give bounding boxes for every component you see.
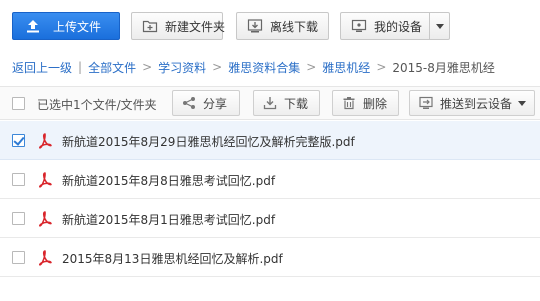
my-device-button[interactable]: 我的设备 <box>340 12 450 40</box>
file-checkbox[interactable] <box>12 251 25 264</box>
chevron-down-icon <box>518 100 527 106</box>
upload-button[interactable]: 上传文件 <box>12 12 120 40</box>
file-checkbox[interactable] <box>12 134 25 147</box>
file-row[interactable]: 新航道2015年8月1日雅思考试回忆.pdf <box>0 199 540 238</box>
pdf-file-icon <box>38 250 52 266</box>
device-icon <box>351 18 367 34</box>
breadcrumb-separator: > <box>376 60 387 74</box>
breadcrumb-item-ielts-collection[interactable]: 雅思资料合集 <box>228 59 300 76</box>
breadcrumb-item-all-files[interactable]: 全部文件 <box>88 59 136 76</box>
share-label: 分享 <box>203 96 228 111</box>
push-to-device-button[interactable]: 推送到云设备 <box>409 90 535 116</box>
delete-button[interactable]: 删除 <box>332 90 399 116</box>
download-icon <box>263 96 277 110</box>
new-folder-label: 新建文件夹 <box>165 19 226 34</box>
push-device-icon <box>419 96 433 110</box>
file-name[interactable]: 新航道2015年8月29日雅思机经回忆及解析完整版.pdf <box>62 133 355 150</box>
my-device-label: 我的设备 <box>374 19 423 34</box>
offline-download-button[interactable]: 离线下载 <box>236 12 329 40</box>
push-to-device-label: 推送到云设备 <box>440 96 513 111</box>
breadcrumb-separator: > <box>142 60 153 74</box>
upload-icon <box>25 18 41 34</box>
file-row[interactable]: 新航道2015年8月29日雅思机经回忆及解析完整版.pdf <box>0 121 540 160</box>
pdf-file-icon <box>38 133 52 149</box>
download-label: 下载 <box>284 96 309 111</box>
my-device-dropdown[interactable] <box>429 13 449 39</box>
file-name[interactable]: 新航道2015年8月1日雅思考试回忆.pdf <box>62 211 275 228</box>
share-icon <box>182 96 196 110</box>
pdf-file-icon <box>38 211 52 227</box>
offline-download-icon <box>247 18 263 34</box>
breadcrumb-item-ielts-exam[interactable]: 雅思机经 <box>322 59 370 76</box>
share-button[interactable]: 分享 <box>172 90 240 116</box>
new-folder-icon <box>142 18 158 34</box>
upload-label: 上传文件 <box>53 19 102 34</box>
file-row[interactable]: 2015年8月13日雅思机经回忆及解析.pdf <box>0 238 540 277</box>
chevron-down-icon <box>435 23 444 29</box>
select-all-checkbox[interactable] <box>12 97 25 110</box>
new-folder-button[interactable]: 新建文件夹 <box>131 12 226 40</box>
download-button[interactable]: 下载 <box>253 90 320 116</box>
file-name[interactable]: 新航道2015年8月8日雅思考试回忆.pdf <box>62 172 275 189</box>
breadcrumb: 返回上一级 | 全部文件 > 学习资料 > 雅思资料合集 > 雅思机经 > 20… <box>12 57 495 77</box>
file-name[interactable]: 2015年8月13日雅思机经回忆及解析.pdf <box>62 250 283 267</box>
file-checkbox[interactable] <box>12 173 25 186</box>
breadcrumb-separator: > <box>212 60 223 74</box>
selection-status: 已选中1个文件/文件夹 <box>37 98 157 112</box>
pdf-file-icon <box>38 172 52 188</box>
toolbar: 上传文件 新建文件夹 离线下载 我的设备 <box>0 0 540 50</box>
breadcrumb-current: 2015-8月雅思机经 <box>392 60 495 75</box>
file-row[interactable]: 新航道2015年8月8日雅思考试回忆.pdf <box>0 160 540 199</box>
action-bar: 已选中1个文件/文件夹 分享 下载 删除 推送到云设备 <box>0 86 540 120</box>
breadcrumb-separator: > <box>306 60 317 74</box>
trash-icon <box>342 96 356 110</box>
back-link[interactable]: 返回上一级 <box>12 59 72 76</box>
file-checkbox[interactable] <box>12 212 25 225</box>
breadcrumb-separator: | <box>78 60 83 74</box>
breadcrumb-item-study[interactable]: 学习资料 <box>158 59 206 76</box>
delete-label: 删除 <box>363 96 388 111</box>
offline-download-label: 离线下载 <box>270 19 319 34</box>
